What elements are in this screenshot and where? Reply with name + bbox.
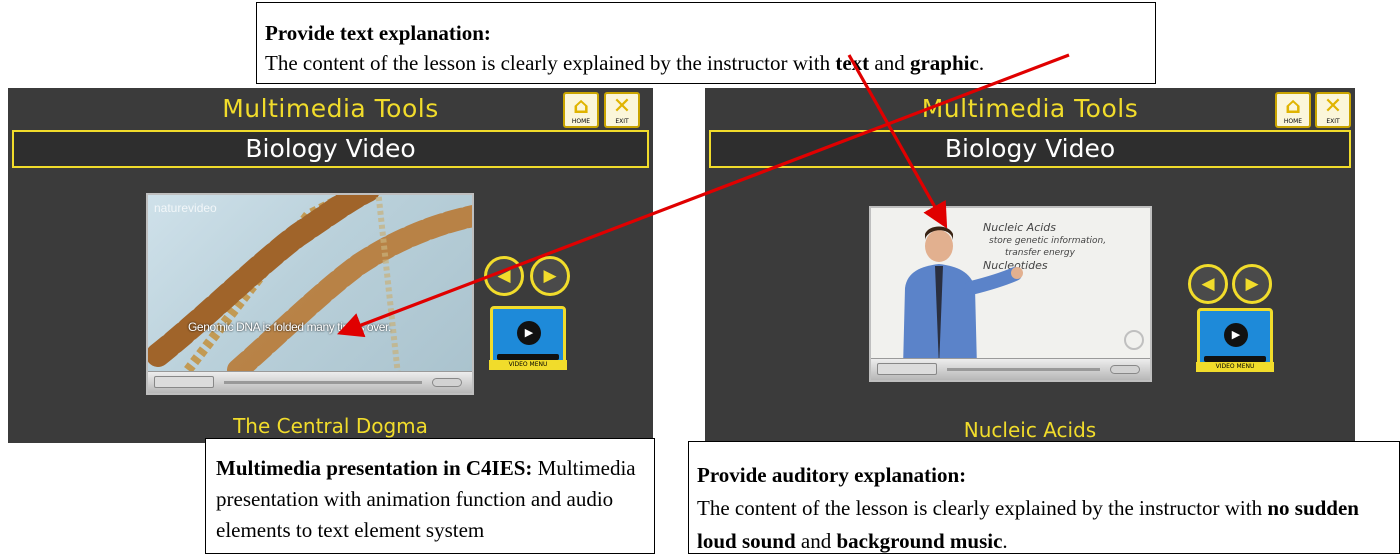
- video-controls: [148, 371, 472, 393]
- page-title: Multimedia Tools: [921, 94, 1139, 123]
- section-title: Biology Video: [12, 130, 649, 168]
- exit-icon: ✕: [1323, 94, 1343, 119]
- callout-heading: Provide text explanation:: [265, 21, 491, 45]
- page-title: Multimedia Tools: [222, 94, 439, 123]
- video-menu-button[interactable]: ▶: [490, 306, 566, 368]
- video-subtitle: Genomic DNA is folded many times over.: [188, 320, 391, 334]
- video-controls: [871, 358, 1150, 380]
- exit-icon: ✕: [612, 94, 632, 119]
- prev-button[interactable]: ◀: [1188, 264, 1228, 304]
- callout-heading: Multimedia presentation in C4IES:: [216, 456, 533, 480]
- volume-slider[interactable]: [1110, 365, 1140, 374]
- exit-button[interactable]: ✕ EXIT: [1315, 92, 1351, 128]
- play-icon: ▶: [1224, 323, 1248, 347]
- callout-auditory-explanation: Provide auditory explanation: The conten…: [688, 441, 1400, 554]
- seek-bar[interactable]: [224, 381, 422, 384]
- video-player[interactable]: Nucleic Acids store genetic information,…: [869, 206, 1152, 382]
- video-player[interactable]: naturevideo Genomic DNA is folded many t…: [146, 193, 474, 395]
- next-icon: ▶: [543, 266, 557, 286]
- next-icon: ▶: [1245, 274, 1259, 294]
- exit-button[interactable]: ✕ EXIT: [604, 92, 640, 128]
- home-icon: ⌂: [1285, 94, 1301, 119]
- prev-icon: ◀: [1201, 274, 1215, 294]
- seek-bar[interactable]: [947, 368, 1100, 371]
- video-menu-button[interactable]: ▶: [1197, 308, 1273, 370]
- next-button[interactable]: ▶: [530, 256, 570, 296]
- callout-multimedia-presentation: Multimedia presentation in C4IES: Multim…: [205, 438, 655, 554]
- prev-button[interactable]: ◀: [484, 256, 524, 296]
- dna-animation-graphic: [148, 195, 472, 375]
- play-icon: ▶: [517, 321, 541, 345]
- video-menu-label: VIDEO MENU: [1196, 362, 1274, 372]
- volume-slider[interactable]: [432, 378, 462, 387]
- home-button[interactable]: ⌂ HOME: [563, 92, 599, 128]
- video-caption: Nucleic Acids: [963, 418, 1097, 442]
- callout-text-explanation: Provide text explanation: The content of…: [256, 2, 1156, 84]
- playback-buttons[interactable]: [154, 376, 214, 388]
- callout-heading: Provide auditory explanation:: [697, 463, 967, 487]
- video-menu-label: VIDEO MENU: [489, 360, 567, 370]
- right-app-panel: Multimedia Tools ⌂ HOME ✕ EXIT Biology V…: [705, 88, 1355, 443]
- section-title: Biology Video: [709, 130, 1351, 168]
- replay-overlay-icon: [1124, 330, 1144, 350]
- left-app-panel: Multimedia Tools ⌂ HOME ✕ EXIT Biology V…: [8, 88, 653, 443]
- instructor-figure: [903, 226, 1023, 368]
- next-button[interactable]: ▶: [1232, 264, 1272, 304]
- video-caption: The Central Dogma: [233, 414, 428, 438]
- callout-body: The content of the lesson is clearly exp…: [697, 496, 1359, 553]
- prev-icon: ◀: [497, 266, 511, 286]
- home-icon: ⌂: [573, 94, 589, 119]
- home-button[interactable]: ⌂ HOME: [1275, 92, 1311, 128]
- callout-body: The content of the lesson is clearly exp…: [265, 51, 985, 75]
- playback-buttons[interactable]: [877, 363, 937, 375]
